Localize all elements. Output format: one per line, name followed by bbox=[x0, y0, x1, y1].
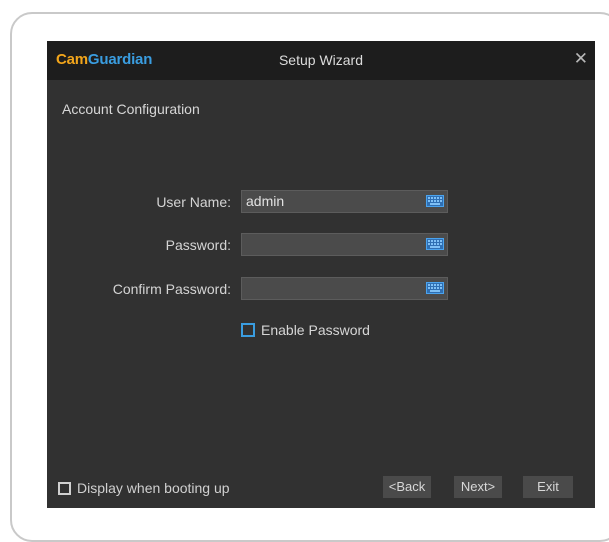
title-bar: CamGuardian Setup Wizard ✕ bbox=[47, 41, 595, 80]
display-when-booting-label: Display when booting up bbox=[77, 480, 230, 496]
username-field[interactable]: admin bbox=[241, 190, 448, 213]
section-title: Account Configuration bbox=[62, 101, 200, 117]
exit-button[interactable]: Exit bbox=[523, 476, 573, 498]
close-icon[interactable]: ✕ bbox=[574, 49, 588, 69]
enable-password-checkbox[interactable]: Enable Password bbox=[241, 322, 370, 338]
keyboard-icon[interactable] bbox=[426, 195, 444, 207]
username-value: admin bbox=[246, 193, 285, 209]
confirm-password-label: Confirm Password: bbox=[112, 281, 231, 297]
window-title: Setup Wizard bbox=[278, 52, 364, 68]
keyboard-icon[interactable] bbox=[426, 282, 444, 294]
confirm-password-field[interactable] bbox=[241, 277, 448, 300]
checkbox-icon bbox=[241, 323, 255, 337]
back-button[interactable]: <Back bbox=[383, 476, 431, 498]
display-when-booting-checkbox[interactable]: Display when booting up bbox=[58, 480, 230, 496]
next-button[interactable]: Next> bbox=[454, 476, 502, 498]
keyboard-icon[interactable] bbox=[426, 238, 444, 250]
password-label: Password: bbox=[165, 237, 231, 253]
checkbox-icon bbox=[58, 481, 71, 495]
setup-wizard-dialog: CamGuardian Setup Wizard ✕ Account Confi… bbox=[47, 41, 595, 508]
username-label: User Name: bbox=[156, 194, 231, 210]
password-field[interactable] bbox=[241, 233, 448, 256]
enable-password-label: Enable Password bbox=[261, 322, 370, 338]
